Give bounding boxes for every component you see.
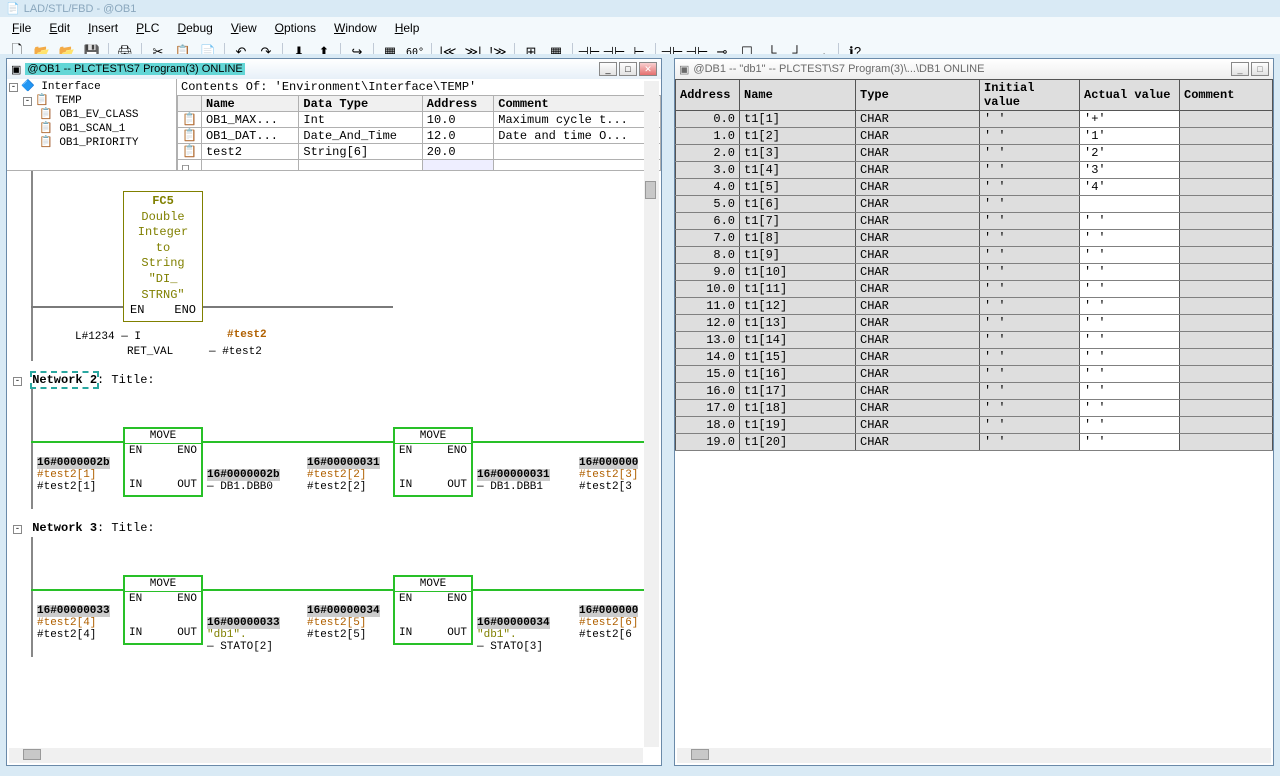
tree-temp: -📋 TEMP: [7, 93, 176, 107]
move2-in: 16#00000034 #test2[5] #test2[5]: [307, 605, 380, 641]
db1-window: ▣ @DB1 -- "db1" -- PLCTEST\S7 Program(3)…: [674, 58, 1274, 766]
move2-out: 16#00000034 "db1". — STATO[3]: [477, 617, 550, 653]
db-row[interactable]: 15.0t1[16]CHAR' '' ': [676, 366, 1273, 383]
db-row[interactable]: 0.0t1[1]CHAR' ''+': [676, 111, 1273, 128]
var-row[interactable]: 📋OB1_DAT...Date_And_Time12.0Date and tim…: [178, 128, 661, 144]
db-row[interactable]: 11.0t1[12]CHAR' '' ': [676, 298, 1273, 315]
fc-retval: RET_VAL: [127, 346, 173, 358]
db-row[interactable]: 6.0t1[7]CHAR' '' ': [676, 213, 1273, 230]
network-3-title[interactable]: - Network 3: Title:: [7, 519, 661, 537]
tree-interface: -🔷 Interface: [7, 79, 176, 93]
minimize-button[interactable]: _: [599, 62, 617, 76]
db-row[interactable]: 4.0t1[5]CHAR' ''4': [676, 179, 1273, 196]
ob1-title: @OB1 -- PLCTEST\S7 Program(3) ONLINE: [25, 63, 244, 75]
db-row[interactable]: 10.0t1[11]CHAR' '' ': [676, 281, 1273, 298]
tree-var: 📋 OB1_SCAN_1: [7, 121, 176, 135]
db-row[interactable]: 19.0t1[20]CHAR' '' ': [676, 434, 1273, 451]
contents-label: Contents Of: 'Environment\Interface\TEMP…: [177, 79, 661, 95]
db1-title-bar[interactable]: ▣ @DB1 -- "db1" -- PLCTEST\S7 Program(3)…: [675, 59, 1273, 79]
app-title-bar: 📄 LAD/STL/FBD - @OB1: [0, 0, 1280, 17]
window-icon: ▣: [679, 63, 689, 76]
tree-var: 📋 OB1_PRIORITY: [7, 135, 176, 149]
db-table[interactable]: Address Name Type Initial value Actual v…: [675, 79, 1273, 451]
window-icon: ▣: [11, 63, 21, 76]
move-block[interactable]: MOVE ENENO INOUT: [393, 575, 473, 645]
move1-out: 16#0000002b — DB1.DBB0: [207, 469, 280, 493]
menu-insert[interactable]: Insert: [80, 19, 126, 37]
menu-bar: File Edit Insert PLC Debug View Options …: [0, 17, 1280, 39]
menu-options[interactable]: Options: [267, 19, 324, 37]
var-table[interactable]: Name Data Type Address Comment 📋OB1_MAX.…: [177, 95, 661, 170]
workspace: ▣ @OB1 -- PLCTEST\S7 Program(3) ONLINE _…: [0, 54, 1280, 776]
menu-file[interactable]: File: [4, 19, 39, 37]
fc-in-label: L#1234 — I: [75, 331, 141, 343]
var-row[interactable]: 📋test2String[6]20.0: [178, 144, 661, 160]
v-scrollbar[interactable]: [644, 81, 659, 747]
h-scrollbar[interactable]: [9, 748, 643, 763]
db-row[interactable]: 17.0t1[18]CHAR' '' ': [676, 400, 1273, 417]
db-row[interactable]: 18.0t1[19]CHAR' '' ': [676, 417, 1273, 434]
db-row[interactable]: 14.0t1[15]CHAR' '' ': [676, 349, 1273, 366]
var-row[interactable]: 📋OB1_MAX...Int10.0Maximum cycle t...: [178, 112, 661, 128]
menu-edit[interactable]: Edit: [41, 19, 78, 37]
tree-var: 📋 OB1_EV_CLASS: [7, 107, 176, 121]
db-row[interactable]: 1.0t1[2]CHAR' ''1': [676, 128, 1273, 145]
move-block[interactable]: MOVE ENENO INOUT: [393, 427, 473, 497]
db-row[interactable]: 13.0t1[14]CHAR' '' ': [676, 332, 1273, 349]
db-row[interactable]: 9.0t1[10]CHAR' '' ': [676, 264, 1273, 281]
db-row[interactable]: 12.0t1[13]CHAR' '' ': [676, 315, 1273, 332]
menu-window[interactable]: Window: [326, 19, 385, 37]
ob1-window: ▣ @OB1 -- PLCTEST\S7 Program(3) ONLINE _…: [6, 58, 662, 766]
db-row[interactable]: 16.0t1[17]CHAR' '' ': [676, 383, 1273, 400]
minimize-button[interactable]: _: [1231, 62, 1249, 76]
menu-view[interactable]: View: [223, 19, 265, 37]
db-row[interactable]: 7.0t1[8]CHAR' '' ': [676, 230, 1273, 247]
move1-in: 16#0000002b #test2[1] #test2[1]: [37, 457, 110, 493]
move-block[interactable]: MOVE ENENO INOUT: [123, 427, 203, 497]
menu-help[interactable]: Help: [387, 19, 428, 37]
move2-in: 16#00000031 #test2[2] #test2[2]: [307, 457, 380, 493]
fc-out-sym: #test2: [227, 329, 267, 341]
db-row[interactable]: 8.0t1[9]CHAR' '' ': [676, 247, 1273, 264]
fc5-block[interactable]: FC5 Double Integer to String "DI_ STRNG"…: [123, 191, 203, 322]
menu-plc[interactable]: PLC: [128, 19, 167, 37]
h-scrollbar[interactable]: [677, 748, 1271, 763]
move2-out: 16#00000031 — DB1.DBB1: [477, 469, 550, 493]
fc-out-label: — #test2: [209, 346, 262, 358]
interface-tree[interactable]: -🔷 Interface -📋 TEMP 📋 OB1_EV_CLASS 📋 OB…: [7, 79, 177, 170]
db-row[interactable]: 3.0t1[4]CHAR' ''3': [676, 162, 1273, 179]
move-block[interactable]: MOVE ENENO INOUT: [123, 575, 203, 645]
ladder-editor[interactable]: FC5 Double Integer to String "DI_ STRNG"…: [7, 171, 661, 721]
app-title: LAD/STL/FBD - @OB1: [24, 3, 137, 15]
interface-panel: -🔷 Interface -📋 TEMP 📋 OB1_EV_CLASS 📋 OB…: [7, 79, 661, 171]
db-row[interactable]: 5.0t1[6]CHAR' ': [676, 196, 1273, 213]
db-row[interactable]: 2.0t1[3]CHAR' ''2': [676, 145, 1273, 162]
ob1-title-bar[interactable]: ▣ @OB1 -- PLCTEST\S7 Program(3) ONLINE _…: [7, 59, 661, 79]
close-button[interactable]: ✕: [639, 62, 657, 76]
db1-title: @DB1 -- "db1" -- PLCTEST\S7 Program(3)\.…: [693, 63, 984, 75]
maximize-button[interactable]: □: [1251, 62, 1269, 76]
app-icon: 📄: [6, 2, 20, 15]
move1-out: 16#00000033 "db1". — STATO[2]: [207, 617, 280, 653]
menu-debug[interactable]: Debug: [169, 19, 220, 37]
move3-in: 16#000000 #test2[6] #test2[6: [579, 605, 638, 641]
network-2-title[interactable]: - Network 2: Title:: [7, 371, 661, 389]
move3-in: 16#000000 #test2[3] #test2[3: [579, 457, 638, 493]
move1-in: 16#00000033 #test2[4] #test2[4]: [37, 605, 110, 641]
maximize-button[interactable]: □: [619, 62, 637, 76]
